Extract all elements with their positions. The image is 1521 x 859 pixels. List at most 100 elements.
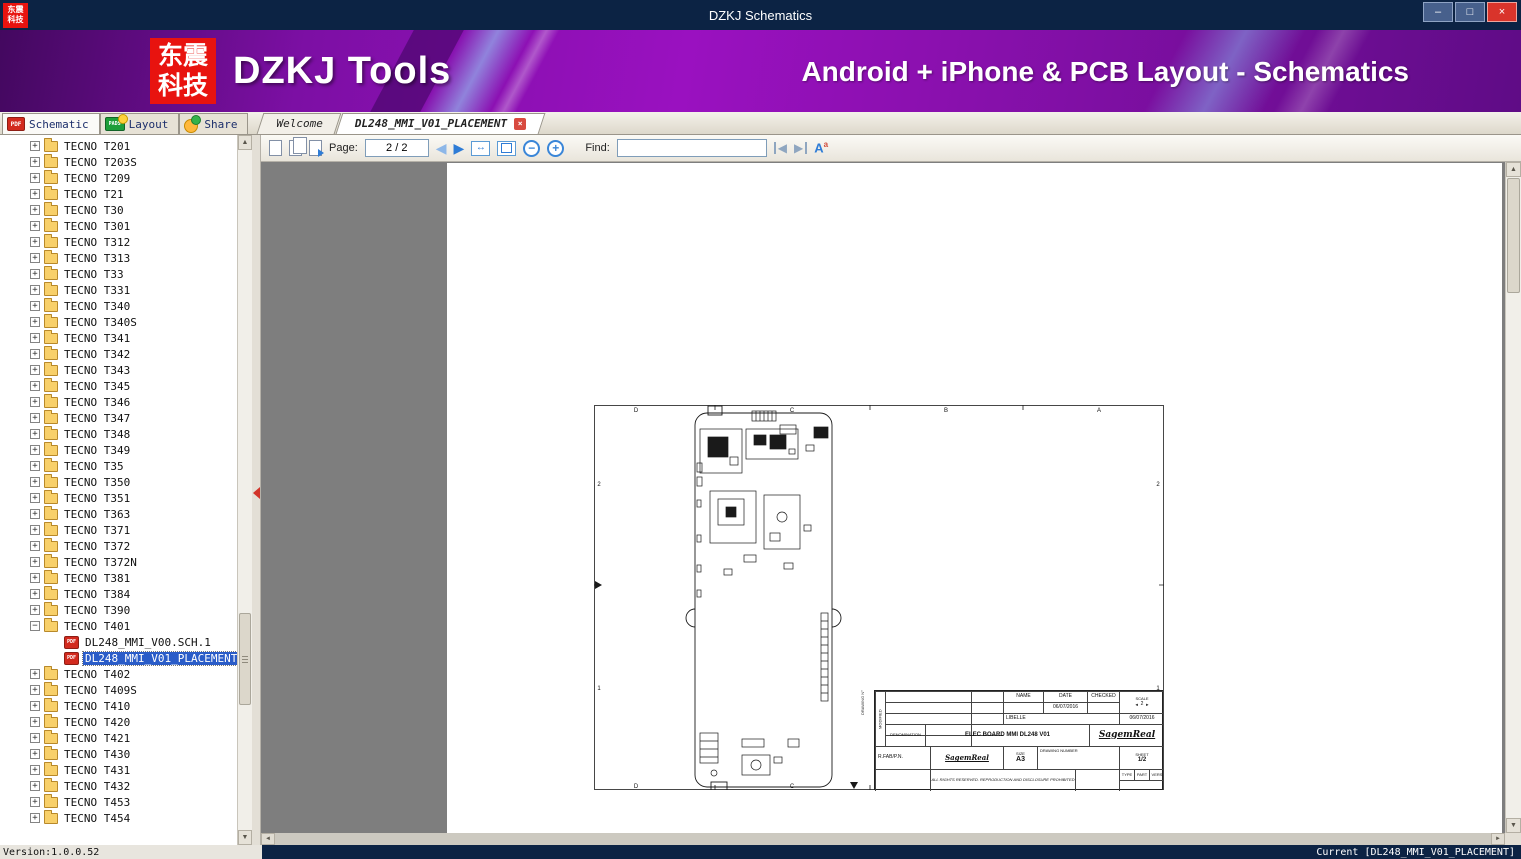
- tree-item-folder[interactable]: + TECNO T371: [0, 521, 237, 538]
- doc-tab-active[interactable]: DL248_MMI_V01_PLACEMENT ×: [335, 113, 546, 134]
- expand-icon[interactable]: +: [30, 141, 40, 151]
- viewer-horizontal-scrollbar[interactable]: ◄ ►: [261, 833, 1505, 845]
- tree-item-folder[interactable]: + TECNO T347: [0, 409, 237, 426]
- expand-icon[interactable]: +: [30, 525, 40, 535]
- expand-icon[interactable]: +: [30, 541, 40, 551]
- tree-item-folder[interactable]: + TECNO T301: [0, 217, 237, 234]
- expand-icon[interactable]: +: [30, 493, 40, 503]
- expand-icon[interactable]: +: [30, 205, 40, 215]
- tree-item-folder[interactable]: + TECNO T348: [0, 425, 237, 442]
- tree-item-folder[interactable]: + TECNO T340: [0, 297, 237, 314]
- expand-icon[interactable]: +: [30, 333, 40, 343]
- tree-item-folder[interactable]: + TECNO T350: [0, 473, 237, 490]
- tree-item-folder[interactable]: + TECNO T351: [0, 489, 237, 506]
- tree-item-folder[interactable]: + TECNO T342: [0, 345, 237, 362]
- tree-item-folder[interactable]: + TECNO T343: [0, 361, 237, 378]
- tree-item-folder[interactable]: + TECNO T372N: [0, 553, 237, 570]
- expand-icon[interactable]: +: [30, 349, 40, 359]
- expand-icon[interactable]: +: [30, 445, 40, 455]
- tree-item-folder[interactable]: + TECNO T33: [0, 265, 237, 282]
- match-case-icon[interactable]: Aa: [814, 141, 828, 155]
- tree-item-folder[interactable]: + TECNO T346: [0, 393, 237, 410]
- tree-item-folder[interactable]: + TECNO T421: [0, 729, 237, 746]
- expand-icon[interactable]: +: [30, 765, 40, 775]
- tree-item-folder[interactable]: + TECNO T390: [0, 601, 237, 618]
- expand-icon[interactable]: +: [30, 813, 40, 823]
- tree-item-folder[interactable]: + TECNO T201: [0, 137, 237, 154]
- tree-item-folder[interactable]: + TECNO T431: [0, 761, 237, 778]
- expand-icon[interactable]: +: [30, 173, 40, 183]
- fit-width-icon[interactable]: ↔: [471, 140, 491, 156]
- viewer-vertical-scrollbar[interactable]: ▲ ▼: [1505, 162, 1521, 833]
- minimize-button[interactable]: –: [1423, 1, 1453, 22]
- expand-icon[interactable]: +: [30, 685, 40, 695]
- tree-item-folder[interactable]: + TECNO T453: [0, 793, 237, 810]
- tree-item-folder[interactable]: + TECNO T432: [0, 777, 237, 794]
- tree-scrollbar[interactable]: ▲ ▼: [237, 135, 252, 845]
- tree-item-folder[interactable]: + TECNO T384: [0, 585, 237, 602]
- tree-item-folder[interactable]: + TECNO T203S: [0, 153, 237, 170]
- find-previous-icon[interactable]: ◀: [773, 142, 787, 154]
- page-number-input[interactable]: [364, 139, 429, 157]
- tab-close-icon[interactable]: ×: [514, 117, 527, 130]
- expand-icon[interactable]: +: [30, 749, 40, 759]
- tree-item-folder[interactable]: + TECNO T35: [0, 457, 237, 474]
- tree-item-folder[interactable]: + TECNO T381: [0, 569, 237, 586]
- expand-icon[interactable]: +: [30, 189, 40, 199]
- expand-icon[interactable]: +: [30, 557, 40, 567]
- scroll-left-icon[interactable]: ◄: [261, 833, 275, 845]
- expand-icon[interactable]: +: [30, 605, 40, 615]
- zoom-out-icon[interactable]: −: [523, 139, 541, 157]
- find-input[interactable]: [616, 139, 767, 157]
- splitter-collapse-icon[interactable]: [253, 487, 260, 499]
- expand-icon[interactable]: +: [30, 573, 40, 583]
- expand-icon[interactable]: +: [30, 285, 40, 295]
- tree-item-folder[interactable]: + TECNO T430: [0, 745, 237, 762]
- fit-page-icon[interactable]: [497, 140, 517, 156]
- continuous-page-icon[interactable]: [309, 140, 324, 157]
- expand-icon[interactable]: +: [30, 781, 40, 791]
- previous-page-icon[interactable]: ◀: [436, 141, 447, 155]
- tree-item-folder[interactable]: + TECNO T363: [0, 505, 237, 522]
- tree-item-folder[interactable]: + TECNO T349: [0, 441, 237, 458]
- tree-item-folder[interactable]: + TECNO T209: [0, 169, 237, 186]
- expand-icon[interactable]: +: [30, 733, 40, 743]
- close-button[interactable]: ×: [1487, 1, 1517, 22]
- expand-icon[interactable]: +: [30, 589, 40, 599]
- tree-item-folder[interactable]: + TECNO T21: [0, 185, 237, 202]
- scrollbar-thumb[interactable]: [1507, 178, 1520, 293]
- expand-icon[interactable]: +: [30, 797, 40, 807]
- maximize-button[interactable]: □: [1455, 1, 1485, 22]
- tree-item-folder[interactable]: + TECNO T420: [0, 713, 237, 730]
- next-page-icon[interactable]: ▶: [454, 141, 465, 155]
- pdf-viewer[interactable]: D C B A D C B A 2 1 2 1: [261, 162, 1521, 845]
- scroll-down-icon[interactable]: ▼: [1506, 818, 1521, 833]
- tab-schematic[interactable]: PDF Schematic: [2, 113, 100, 134]
- find-next-icon[interactable]: ▶: [794, 142, 808, 154]
- expand-icon[interactable]: +: [30, 253, 40, 263]
- expand-icon[interactable]: +: [30, 477, 40, 487]
- sidebar-splitter[interactable]: [252, 135, 261, 845]
- tree-item-document[interactable]: PDF DL248_MMI_V00.SCH.1: [0, 634, 237, 650]
- tree-item-folder[interactable]: + TECNO T345: [0, 377, 237, 394]
- tree-item-folder[interactable]: + TECNO T410: [0, 697, 237, 714]
- expand-icon[interactable]: +: [30, 413, 40, 423]
- expand-icon[interactable]: +: [30, 461, 40, 471]
- expand-icon[interactable]: +: [30, 381, 40, 391]
- tree-item-folder[interactable]: + TECNO T372: [0, 537, 237, 554]
- tree-item-folder[interactable]: + TECNO T30: [0, 201, 237, 218]
- scroll-up-icon[interactable]: ▲: [1506, 162, 1521, 177]
- tree-item-folder[interactable]: − TECNO T401: [0, 617, 237, 634]
- expand-icon[interactable]: +: [30, 397, 40, 407]
- expand-icon[interactable]: +: [30, 365, 40, 375]
- expand-icon[interactable]: +: [30, 221, 40, 231]
- expand-icon[interactable]: +: [30, 701, 40, 711]
- tree-item-document[interactable]: PDF DL248_MMI_V01_PLACEMENT: [0, 650, 237, 666]
- tree-item-folder[interactable]: + TECNO T313: [0, 249, 237, 266]
- collapse-icon[interactable]: −: [30, 621, 40, 631]
- tab-layout[interactable]: PADS Layout: [99, 113, 180, 134]
- expand-icon[interactable]: +: [30, 717, 40, 727]
- facing-pages-icon[interactable]: [289, 137, 307, 156]
- expand-icon[interactable]: +: [30, 269, 40, 279]
- doc-tab-welcome[interactable]: Welcome: [257, 113, 343, 134]
